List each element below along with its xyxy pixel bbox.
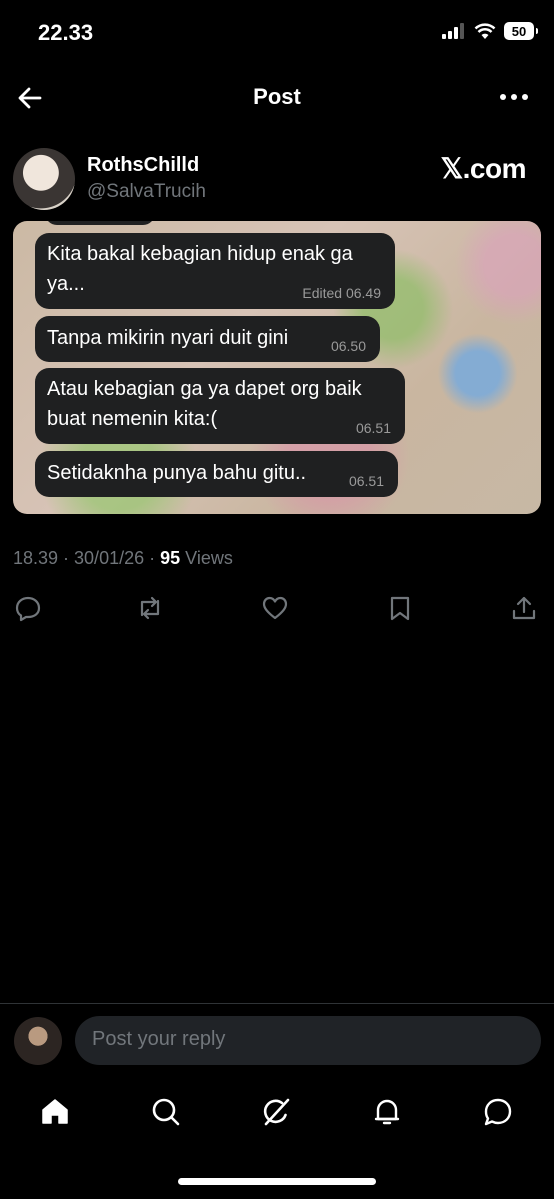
like-button[interactable] <box>261 594 291 624</box>
home-indicator[interactable] <box>178 1178 376 1185</box>
battery-level: 50 <box>511 23 527 39</box>
message-time: Edited 06.49 <box>302 285 381 301</box>
messages-icon <box>484 1098 512 1126</box>
bookmark-icon <box>390 596 410 621</box>
divider <box>0 1003 554 1004</box>
message-text: Tanpa mikirin nyari duit gini <box>47 327 289 349</box>
message-time: 06.51 <box>348 473 384 489</box>
bookmark-button[interactable] <box>386 594 416 624</box>
repost-icon <box>140 596 160 620</box>
post-timestamp: 18.39 · 30/01/26 · <box>13 548 161 568</box>
tab-grok[interactable] <box>260 1096 292 1128</box>
message-text: buat nemenin kita:( <box>47 408 218 430</box>
author-handle[interactable]: @SalvaTrucih <box>87 181 206 203</box>
more-dot <box>522 94 528 100</box>
share-icon <box>512 596 536 620</box>
battery-icon: 50 <box>504 22 538 40</box>
post-image[interactable]: Kita bakal kebagian hidup enak ga ya... … <box>13 221 541 514</box>
home-icon <box>42 1099 68 1124</box>
repost-button[interactable] <box>136 594 166 624</box>
message-text: Atau kebagian ga ya dapet org baik <box>47 378 362 400</box>
message-text: Setidaknha punya bahu gitu.. <box>47 462 307 484</box>
message-time: 06.50 <box>330 338 366 354</box>
reply-icon <box>15 596 41 622</box>
message-time: 06.51 <box>355 420 391 436</box>
more-options-button[interactable] <box>500 94 528 100</box>
post-meta: 18.39 · 30/01/26 · 95 Views <box>13 548 233 569</box>
reply-button[interactable] <box>14 594 44 624</box>
chat-bubble: Setidaknha punya bahu gitu.. 06.51 <box>35 451 398 497</box>
author-name[interactable]: RothsChilld <box>87 154 199 177</box>
more-dot <box>500 94 506 100</box>
notifications-icon <box>374 1099 400 1125</box>
chat-bubble: Kita bakal kebagian hidup enak ga ya... … <box>35 233 395 309</box>
tab-home[interactable] <box>39 1096 71 1128</box>
grok-icon <box>263 1098 290 1126</box>
views-count[interactable]: 95 <box>160 548 180 568</box>
status-time: 22.33 <box>38 20 94 45</box>
message-text: Kita bakal kebagian hidup enak ga <box>47 243 353 265</box>
chat-bubble: Tanpa mikirin nyari duit gini 06.50 <box>35 316 380 362</box>
user-avatar[interactable] <box>14 1017 62 1065</box>
tab-search[interactable] <box>150 1096 182 1128</box>
share-button[interactable] <box>510 594 540 624</box>
signal-icon <box>442 23 464 39</box>
more-dot <box>511 94 517 100</box>
views-label: Views <box>180 548 233 568</box>
reply-input[interactable]: Post your reply <box>75 1016 541 1065</box>
tab-messages[interactable] <box>482 1096 514 1128</box>
author-avatar[interactable] <box>13 148 75 210</box>
back-arrow-icon[interactable] <box>16 84 44 112</box>
status-icons: 50 <box>442 22 538 40</box>
page-title: Post <box>253 84 301 109</box>
cut-off-bubble <box>45 221 155 225</box>
wifi-icon <box>474 23 496 39</box>
chat-bubble: Atau kebagian ga ya dapet org baik buat … <box>35 368 405 444</box>
search-icon <box>152 1098 180 1126</box>
tab-notifications[interactable] <box>371 1096 403 1128</box>
like-icon <box>262 596 288 620</box>
x-com-watermark: 𝕏.com <box>440 153 527 184</box>
